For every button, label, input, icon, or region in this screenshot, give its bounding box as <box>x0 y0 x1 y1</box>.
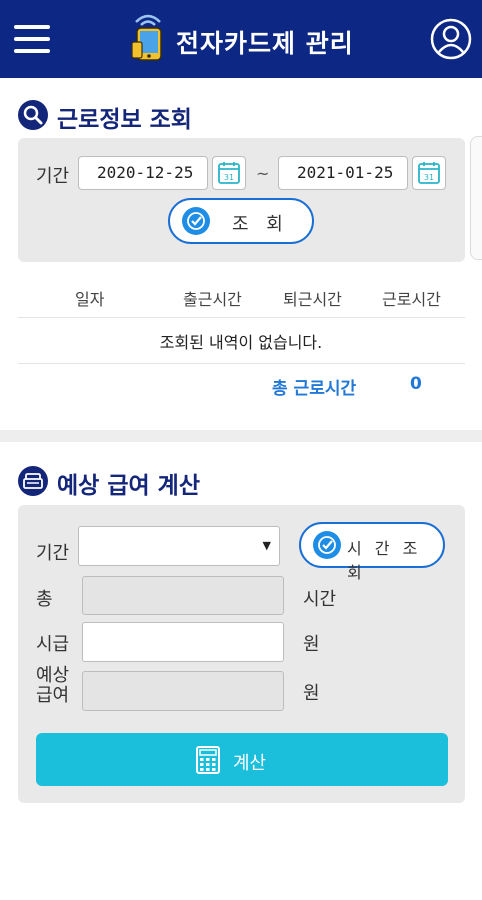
table-divider <box>18 317 465 318</box>
expected-salary-unit: 원 <box>303 683 320 704</box>
search-button[interactable]: 조 회 <box>168 198 314 244</box>
total-hours-field <box>82 576 284 615</box>
end-date-input[interactable]: 2021-01-25 <box>278 156 408 190</box>
time-search-button[interactable]: 시 간 조 회 <box>299 522 445 582</box>
hourly-wage-input[interactable] <box>82 622 284 662</box>
svg-text:31: 31 <box>224 173 234 182</box>
total-hours-label: 총 <box>36 589 53 610</box>
expected-salary-label-line1: 예상 <box>36 665 70 686</box>
total-work-hours-value: 0 <box>410 374 422 394</box>
calendar-icon: 31 <box>418 162 440 184</box>
hourly-wage-label: 시급 <box>36 634 70 655</box>
total-work-hours-label: 총 근로시간 <box>272 379 357 399</box>
expected-salary-field <box>82 671 284 711</box>
table-divider <box>18 363 465 364</box>
chevron-down-icon: ▼ <box>262 539 271 552</box>
column-work-hours: 근로시간 <box>382 290 441 309</box>
svg-text:31: 31 <box>424 173 434 182</box>
work-info-title: 근로정보 조회 <box>57 107 192 133</box>
search-button-label: 조 회 <box>232 214 289 235</box>
check-circle-icon <box>313 531 341 559</box>
salary-period-label: 기간 <box>36 543 70 564</box>
calendar-icon: 31 <box>218 162 240 184</box>
salary-period-select[interactable]: ▼ <box>78 526 280 566</box>
end-calendar-button[interactable]: 31 <box>412 156 446 190</box>
expected-salary-label: 예상 급여 <box>36 666 69 706</box>
calculator-icon <box>196 746 220 774</box>
time-search-label: 시 간 조 회 <box>347 539 422 582</box>
salary-calc-title: 예상 급여 계산 <box>57 473 200 499</box>
search-icon <box>18 100 48 130</box>
phone-card-logo-icon <box>131 14 162 61</box>
app-title: 전자카드제 관리 <box>176 29 354 58</box>
wallet-icon <box>18 466 48 496</box>
start-calendar-button[interactable]: 31 <box>212 156 246 190</box>
user-profile-icon[interactable] <box>430 18 472 60</box>
column-clock-in: 출근시간 <box>183 290 242 309</box>
range-separator: ~ <box>256 164 270 183</box>
section-divider <box>0 430 482 442</box>
empty-message: 조회된 내역이 없습니다. <box>159 333 323 352</box>
expected-salary-label-line2: 급여 <box>36 685 70 706</box>
column-clock-out: 퇴근시간 <box>283 290 342 309</box>
calculate-button-label: 계산 <box>233 753 267 774</box>
side-panel-edge[interactable] <box>470 136 482 260</box>
column-date: 일자 <box>75 290 105 309</box>
total-hours-unit: 시간 <box>303 589 337 610</box>
hamburger-menu-icon[interactable] <box>14 25 50 53</box>
period-label: 기간 <box>36 166 70 187</box>
app-header: 전자카드제 관리 <box>0 0 482 78</box>
hourly-wage-unit: 원 <box>303 634 320 655</box>
start-date-input[interactable]: 2020-12-25 <box>78 156 208 190</box>
check-circle-icon <box>182 207 210 235</box>
